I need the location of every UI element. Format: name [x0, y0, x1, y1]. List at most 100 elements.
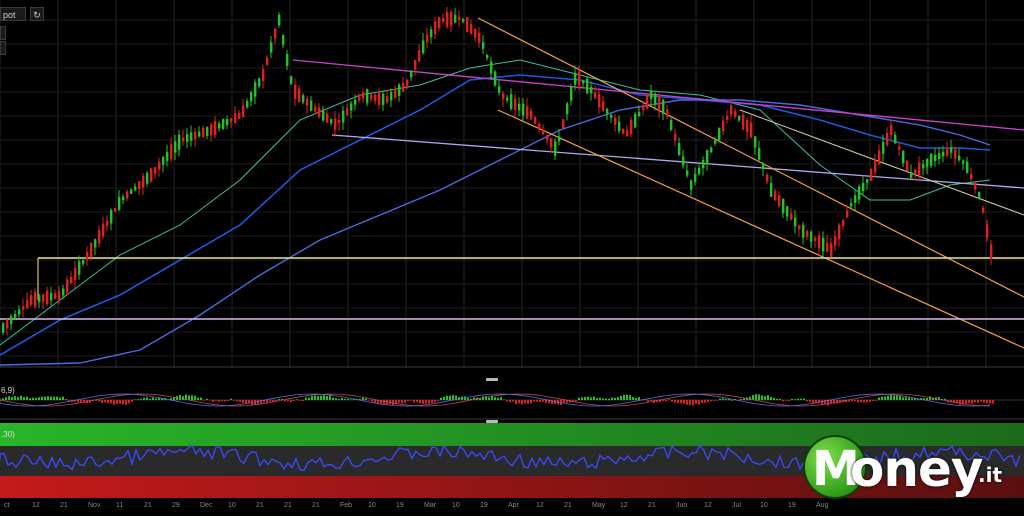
macd-histogram-bar	[713, 400, 715, 401]
candle-body	[478, 32, 481, 43]
macd-histogram-bar	[383, 400, 385, 405]
macd-histogram-bar	[761, 395, 763, 400]
macd-histogram-bar	[611, 397, 613, 400]
x-tick-label: Nov	[88, 502, 101, 509]
macd-histogram-bar	[77, 400, 79, 403]
macd-histogram-bar	[113, 400, 115, 405]
macd-histogram-bar	[797, 398, 799, 400]
candle-body	[62, 288, 65, 296]
candle-body	[674, 133, 677, 141]
macd-histogram-bar	[47, 396, 49, 400]
macd-histogram-bar	[293, 400, 295, 402]
candle-body	[482, 42, 485, 49]
candle-body	[646, 94, 649, 109]
candle-body	[42, 294, 45, 302]
candle-body	[242, 105, 245, 118]
channel-upper-line	[477, 17, 1024, 298]
macd-histogram-bar	[38, 397, 40, 400]
candle-body	[662, 99, 665, 115]
candle-body	[250, 92, 253, 102]
macd-histogram-bar	[791, 398, 793, 400]
candle-body	[586, 78, 589, 94]
macd-histogram-bar	[812, 400, 814, 403]
macd-histogram-bar	[887, 395, 889, 400]
candle-body	[882, 142, 885, 154]
zoom-out-button[interactable]	[0, 41, 6, 55]
candle-body	[958, 155, 961, 161]
candle-body	[758, 148, 761, 160]
candle-body	[806, 231, 809, 237]
candle-body	[142, 175, 145, 188]
macd-histogram-bar	[533, 400, 535, 402]
macd-histogram-bar	[896, 395, 898, 400]
candle-body	[290, 76, 293, 84]
macd-histogram-bar	[149, 398, 151, 400]
macd-histogram-bar	[542, 400, 544, 402]
candle-body	[666, 109, 669, 117]
pane-resize-handle[interactable]	[486, 378, 498, 381]
pane-resize-handle[interactable]	[486, 420, 498, 423]
candle-body	[650, 91, 653, 99]
candle-body	[710, 147, 713, 153]
macd-histogram-bar	[515, 400, 517, 405]
candle-body	[2, 323, 5, 333]
candle-body	[490, 61, 493, 74]
candle-body	[386, 96, 389, 103]
candle-body	[742, 114, 745, 130]
macd-histogram-bar	[221, 400, 223, 402]
macd-histogram-bar	[197, 397, 199, 400]
candle-body	[762, 163, 765, 169]
candle-body	[430, 29, 433, 38]
candle-body	[734, 111, 737, 117]
macd-histogram-bar	[689, 400, 691, 406]
macd-histogram-bar	[155, 398, 157, 400]
rsi-label: ,30)	[1, 430, 15, 439]
macd-histogram-bar	[5, 397, 7, 400]
macd-histogram-bar	[341, 397, 343, 400]
macd-histogram-bar	[758, 394, 760, 400]
candle-body	[458, 16, 461, 20]
price-chart[interactable]	[0, 0, 1024, 516]
candle-body	[422, 40, 425, 54]
macd-histogram-bar	[506, 400, 508, 402]
candle-body	[82, 260, 85, 264]
macd-histogram-bar	[509, 400, 511, 403]
symbol-selector[interactable]: pot	[0, 7, 26, 21]
macd-histogram-bar	[875, 400, 877, 401]
macd-histogram-bar	[365, 398, 367, 400]
candle-body	[622, 129, 625, 134]
x-tick-label: 21	[284, 502, 292, 509]
chart-app: pot ↻ 6,9) ,30) ct 12 21 Nov 11 21 29 Dec 10 21 21…	[0, 0, 1024, 516]
candle-body	[798, 225, 801, 230]
macd-histogram-bar	[803, 398, 805, 400]
candle-body	[462, 18, 465, 22]
candle-body	[170, 144, 173, 159]
macd-histogram-bar	[584, 396, 586, 400]
macd-histogram-bar	[209, 400, 211, 401]
macd-histogram-bar	[449, 395, 451, 400]
candle-body	[330, 119, 333, 124]
macd-histogram-bar	[908, 397, 910, 400]
candle-body	[654, 93, 657, 105]
candle-body	[558, 136, 561, 142]
candle-body	[750, 122, 753, 138]
candle-body	[770, 183, 773, 197]
macd-histogram-bar	[392, 400, 394, 405]
macd-histogram-bar	[329, 395, 331, 400]
candle-body	[162, 156, 165, 166]
macd-histogram-bar	[35, 397, 37, 400]
macd-histogram-bar	[884, 396, 886, 400]
candle-body	[374, 94, 377, 102]
macd-histogram-bar	[59, 397, 61, 400]
macd-histogram-bar	[428, 400, 430, 404]
candle-body	[190, 132, 193, 141]
candle-body	[426, 34, 429, 43]
candle-body	[874, 159, 877, 173]
macd-histogram-bar	[371, 400, 373, 402]
candle-body	[342, 110, 345, 123]
macd-histogram-bar	[974, 400, 976, 403]
candle-body	[642, 105, 645, 110]
refresh-button[interactable]: ↻	[30, 7, 44, 21]
zoom-in-button[interactable]	[0, 26, 6, 40]
x-tick-label: Jun	[676, 502, 688, 509]
